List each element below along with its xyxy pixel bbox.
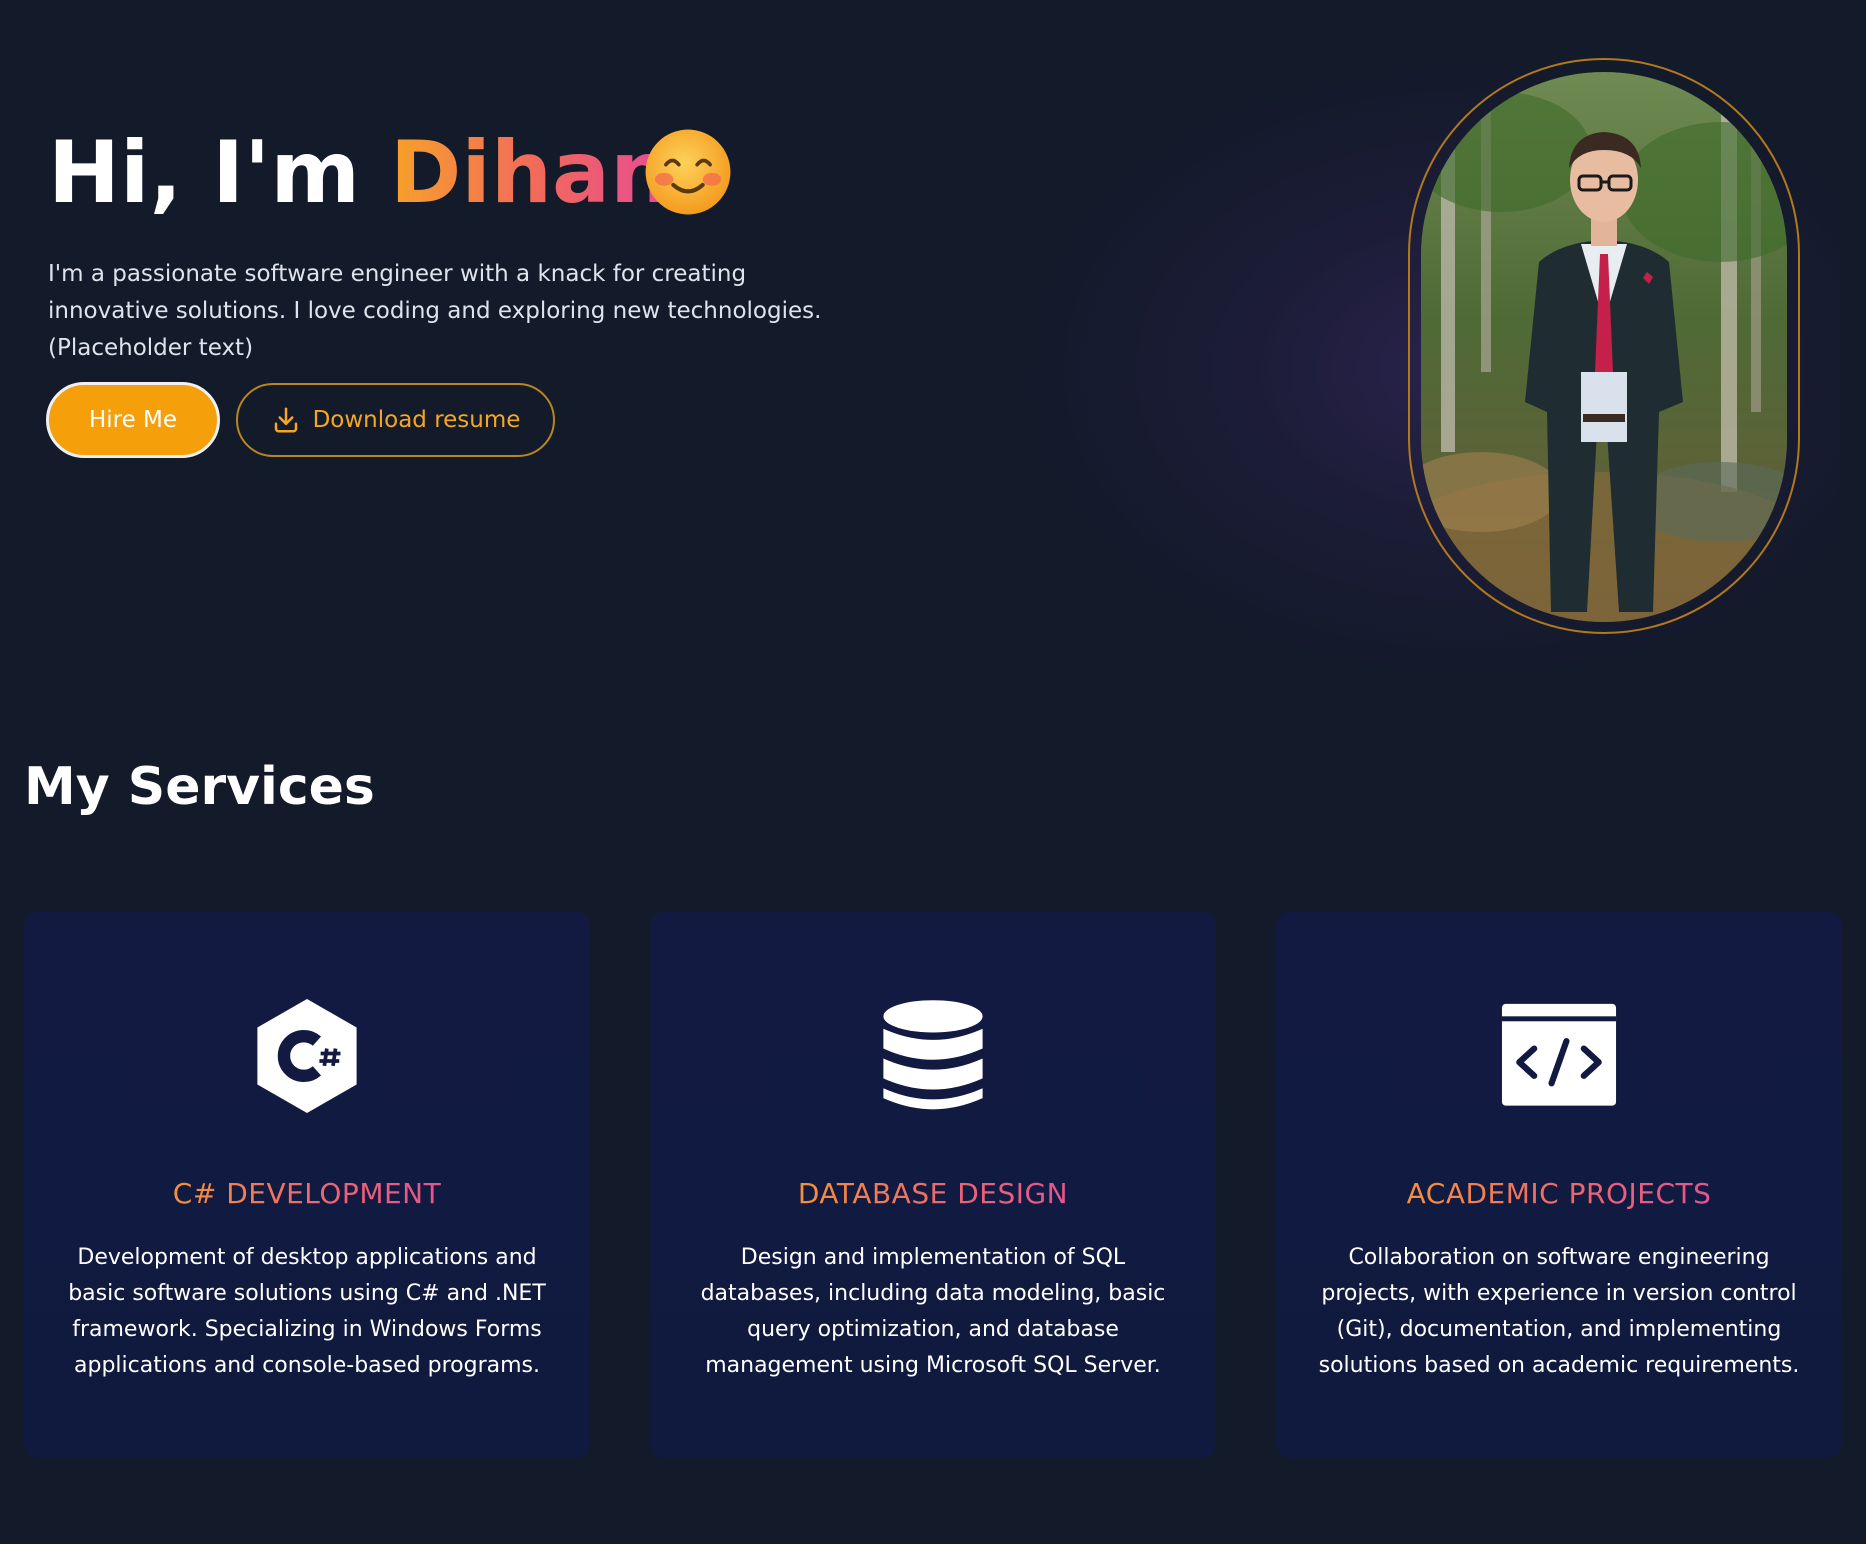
smiling-face-icon [645, 129, 731, 215]
download-resume-label: Download resume [312, 407, 521, 433]
download-resume-button[interactable]: Download resume [236, 383, 555, 457]
hero-heading: Hi, I'm Dihan [48, 118, 671, 228]
service-description: Collaboration on software engineering pr… [1318, 1245, 1800, 1378]
hero-description: I'm a passionate software engineer with … [48, 261, 822, 361]
service-title-text: ACADEMIC PROJECTS [1406, 1177, 1712, 1210]
service-description: Development of desktop applications and … [68, 1245, 546, 1378]
hero-section: Hi, I'm Dihan I'm a passionate software … [0, 0, 1866, 720]
service-title-text: C# DEVELOPMENT [172, 1177, 442, 1210]
service-title: C# DEVELOPMENT [24, 1176, 590, 1212]
service-card-csharp: C# DEVELOPMENT Development of desktop ap… [24, 912, 590, 1458]
services-heading: My Services [24, 757, 375, 817]
service-card-academic: ACADEMIC PROJECTS Collaboration on softw… [1276, 912, 1842, 1458]
portfolio-page: Hi, I'm Dihan I'm a passionate software … [0, 0, 1866, 1544]
service-title: ACADEMIC PROJECTS [1276, 1176, 1842, 1212]
download-icon [274, 407, 297, 433]
hero-greeting: Hi, I'm [48, 123, 390, 223]
service-description: Design and implementation of SQL databas… [700, 1245, 1166, 1378]
hire-me-label: Hire Me [88, 407, 178, 433]
csharp-icon [257, 998, 357, 1114]
service-card-database: DATABASE DESIGN Design and implementatio… [650, 912, 1216, 1458]
service-title-text: DATABASE DESIGN [797, 1177, 1069, 1210]
hire-me-button[interactable]: Hire Me [46, 382, 220, 458]
database-icon [883, 1000, 983, 1110]
profile-photo [1421, 72, 1787, 622]
service-title: DATABASE DESIGN [650, 1176, 1216, 1212]
code-window-icon [1501, 1003, 1617, 1106]
hero-name: Dihan [389, 123, 672, 223]
